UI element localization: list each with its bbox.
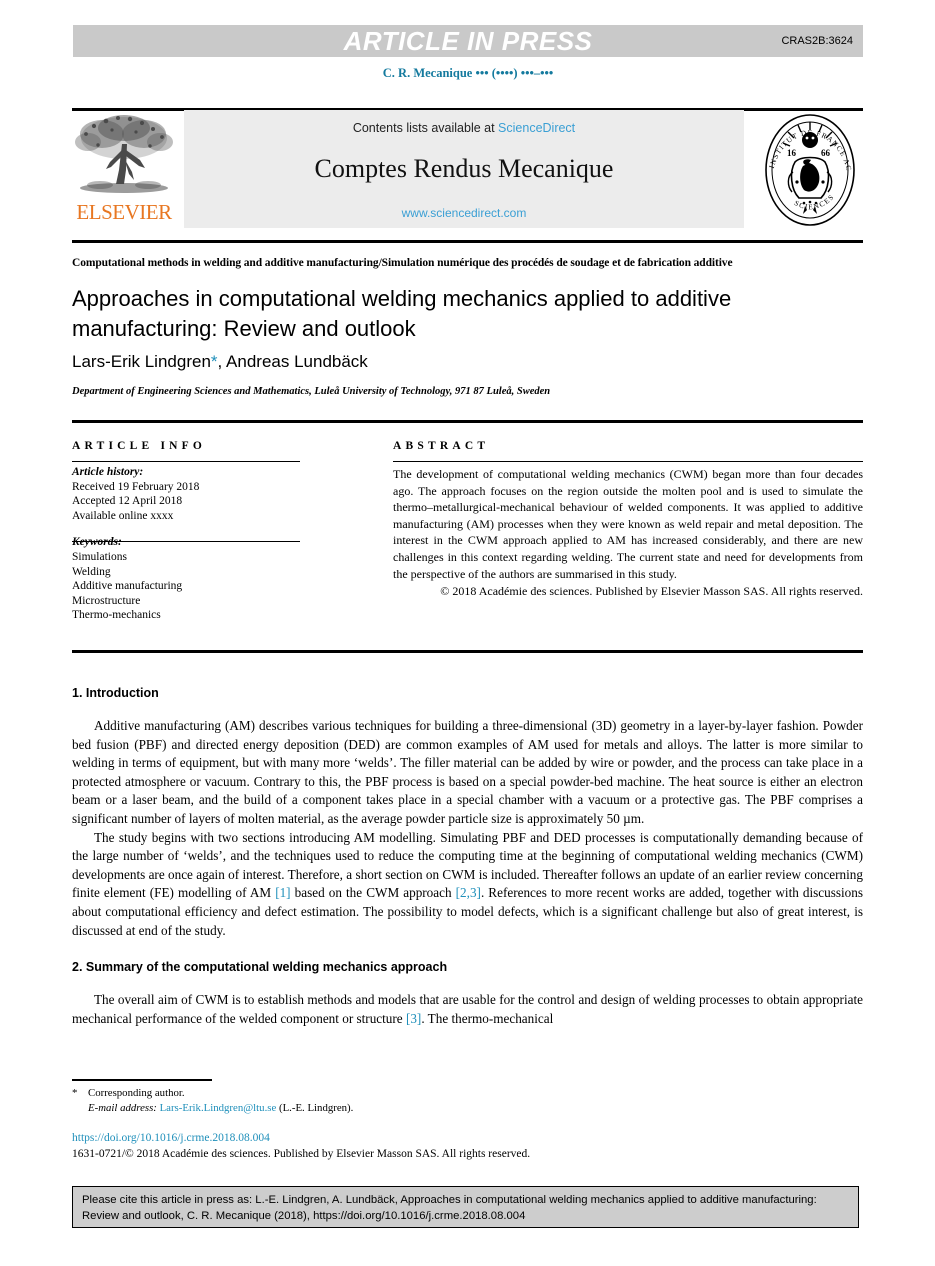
intro-p2-part-b: based on the CWM approach (290, 885, 456, 901)
abstract-rule (393, 461, 863, 462)
email-label: E-mail address: (88, 1102, 157, 1114)
footnote-rule (72, 1079, 212, 1081)
email-note: E-mail address: Lars-Erik.Lindgren@ltu.s… (72, 1101, 672, 1116)
corresponding-author-text: Corresponding author. (88, 1087, 185, 1099)
article-history-label: Article history: (72, 466, 144, 478)
article-in-press-label: ARTICLE IN PRESS (343, 26, 593, 56)
section-heading-summary: 2. Summary of the computational welding … (72, 960, 448, 975)
abstract-text: The development of computational welding… (393, 467, 863, 581)
citation-1[interactable]: [1] (275, 885, 290, 900)
elsevier-wordmark: ELSEVIER (76, 200, 172, 224)
email-owner: (L.-E. Lindgren). (278, 1102, 354, 1114)
svg-text:16: 16 (787, 148, 797, 158)
article-info-rule (72, 461, 300, 462)
keyword-item: Additive manufacturing (72, 580, 183, 593)
keywords-separator-rule (72, 541, 300, 542)
info-divider-gap (72, 523, 302, 535)
summary-paragraph-1: The overall aim of CWM is to establish m… (72, 991, 863, 1028)
masthead-bottom-rule (72, 240, 863, 243)
affiliation: Department of Engineering Sciences and M… (72, 386, 551, 397)
sciencedirect-link[interactable]: ScienceDirect (498, 121, 575, 135)
history-available: Available online xxxx (72, 509, 174, 522)
cite-line-1: Please cite this article in press as: L.… (82, 1194, 817, 1206)
academie-des-sciences-seal-icon: 16 66 INSTITUT DE FRANCE AC SCIENCES (753, 103, 863, 230)
history-received: Received 19 February 2018 (72, 480, 200, 493)
summary-p1-part-b: . The thermo-mechanical (421, 1010, 554, 1026)
contents-prefix: Contents lists available at (352, 121, 499, 135)
cite-line-2: Review and outlook, C. R. Mecanique (201… (82, 1209, 526, 1222)
keyword-item: Microstructure (72, 594, 141, 607)
page-title: Approaches in computational welding mech… (72, 286, 732, 341)
body-top-rule (72, 650, 863, 653)
footnote-block: * Corresponding author. E-mail address: L… (72, 1086, 672, 1116)
citation-2-3[interactable]: [2,3] (456, 885, 481, 900)
asterisk-icon: * (72, 1087, 78, 1099)
intro-paragraph-2: The study begins with two sections intro… (72, 829, 863, 941)
corresponding-author-note: * Corresponding author. (72, 1086, 672, 1101)
manuscript-code: CRAS2B:3624 (781, 35, 853, 47)
journal-title: Comptes Rendus Mecanique (314, 154, 614, 183)
doi-block: https://doi.org/10.1016/j.crme.2018.08.0… (72, 1131, 772, 1162)
article-in-press-banner: ARTICLE IN PRESS CRAS2B:3624 (73, 25, 863, 57)
svg-text:66: 66 (821, 148, 831, 158)
abstract-column: The development of computational welding… (393, 466, 863, 600)
article-info-heading: ARTICLE INFO (72, 440, 207, 452)
article-info-column: Article history: Received 19 February 20… (72, 465, 302, 623)
intro-paragraph-1: Additive manufacturing (AM) describes va… (72, 718, 863, 826)
history-accepted: Accepted 12 April 2018 (72, 495, 183, 508)
running-head: C. R. Mecanique ••• (••••) •••–••• (382, 66, 554, 80)
svg-text:SCIENCES: SCIENCES (793, 192, 836, 211)
keywords-label: Keywords: (72, 536, 122, 549)
article-body: 1. Introduction Additive manufacturing (… (72, 686, 863, 1028)
journal-masthead: ELSEVIER Contents lists available at Sci… (72, 103, 863, 232)
author-list: Lars-Erik Lindgren*, Andreas Lundbäck (72, 352, 772, 372)
doi-link[interactable]: https://doi.org/10.1016/j.crme.2018.08.0… (72, 1131, 772, 1147)
please-cite-box: Please cite this article in press as: L.… (72, 1186, 859, 1228)
keyword-item: Welding (72, 565, 111, 578)
citation-3[interactable]: [3] (406, 1011, 421, 1026)
author-primary: Lars-Erik Lindgren (72, 352, 211, 371)
email-link[interactable]: Lars-Erik.Lindgren@ltu.se (160, 1102, 277, 1114)
keyword-item: Simulations (72, 550, 127, 563)
special-issue-kicker: Computational methods in welding and add… (72, 257, 733, 269)
keyword-item: Thermo-mechanics (72, 609, 161, 622)
contents-available-line: Contents lists available at ScienceDirec… (184, 121, 744, 135)
sciencedirect-url[interactable]: www.sciencedirect.com (184, 206, 744, 220)
author-secondary: , Andreas Lundbäck (217, 352, 368, 371)
corresponding-author-marker: * (210, 352, 218, 371)
issn-copyright-line: 1631-0721/© 2018 Académie des sciences. … (72, 1147, 531, 1160)
abstract-copyright: © 2018 Académie des sciences. Published … (440, 584, 863, 599)
section-heading-introduction: 1. Introduction (72, 686, 159, 700)
abstract-heading: ABSTRACT (393, 440, 490, 452)
info-top-rule (72, 420, 863, 423)
